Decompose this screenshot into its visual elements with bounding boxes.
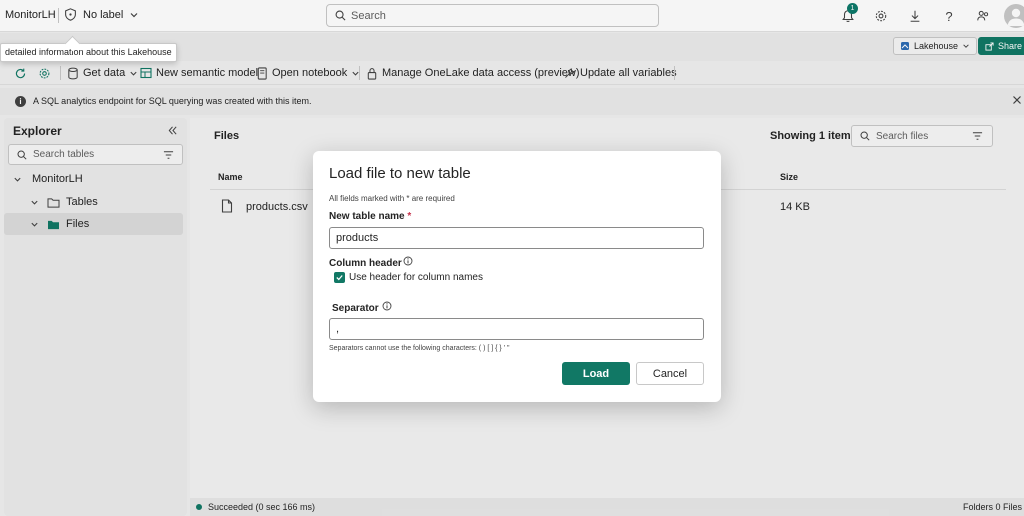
separator-hint: Separators cannot use the following char… bbox=[329, 345, 510, 352]
required-mark: * bbox=[407, 211, 412, 222]
use-header-checkbox[interactable]: Use header for column names bbox=[334, 272, 483, 283]
dialog-title: Load file to new table bbox=[329, 165, 471, 182]
separator-label: Separator bbox=[332, 303, 379, 314]
required-note: All fields marked with * are required bbox=[329, 194, 455, 203]
use-header-label: Use header for column names bbox=[349, 272, 483, 283]
column-header-label: Column header bbox=[329, 258, 402, 269]
load-file-dialog: Load file to new table All fields marked… bbox=[313, 151, 721, 402]
separator-input[interactable]: , bbox=[329, 318, 704, 340]
table-name-input[interactable]: products bbox=[329, 227, 704, 249]
info-icon[interactable] bbox=[382, 301, 392, 311]
load-button[interactable]: Load bbox=[562, 362, 630, 385]
cancel-button[interactable]: Cancel bbox=[636, 362, 704, 385]
table-name-value: products bbox=[336, 232, 379, 244]
lakehouse-tooltip: detailed information about this Lakehous… bbox=[0, 43, 177, 62]
table-name-label: New table name * bbox=[329, 211, 412, 222]
separator-value: , bbox=[336, 323, 340, 335]
checkbox-checked-icon bbox=[334, 272, 345, 283]
info-icon[interactable] bbox=[403, 256, 413, 266]
